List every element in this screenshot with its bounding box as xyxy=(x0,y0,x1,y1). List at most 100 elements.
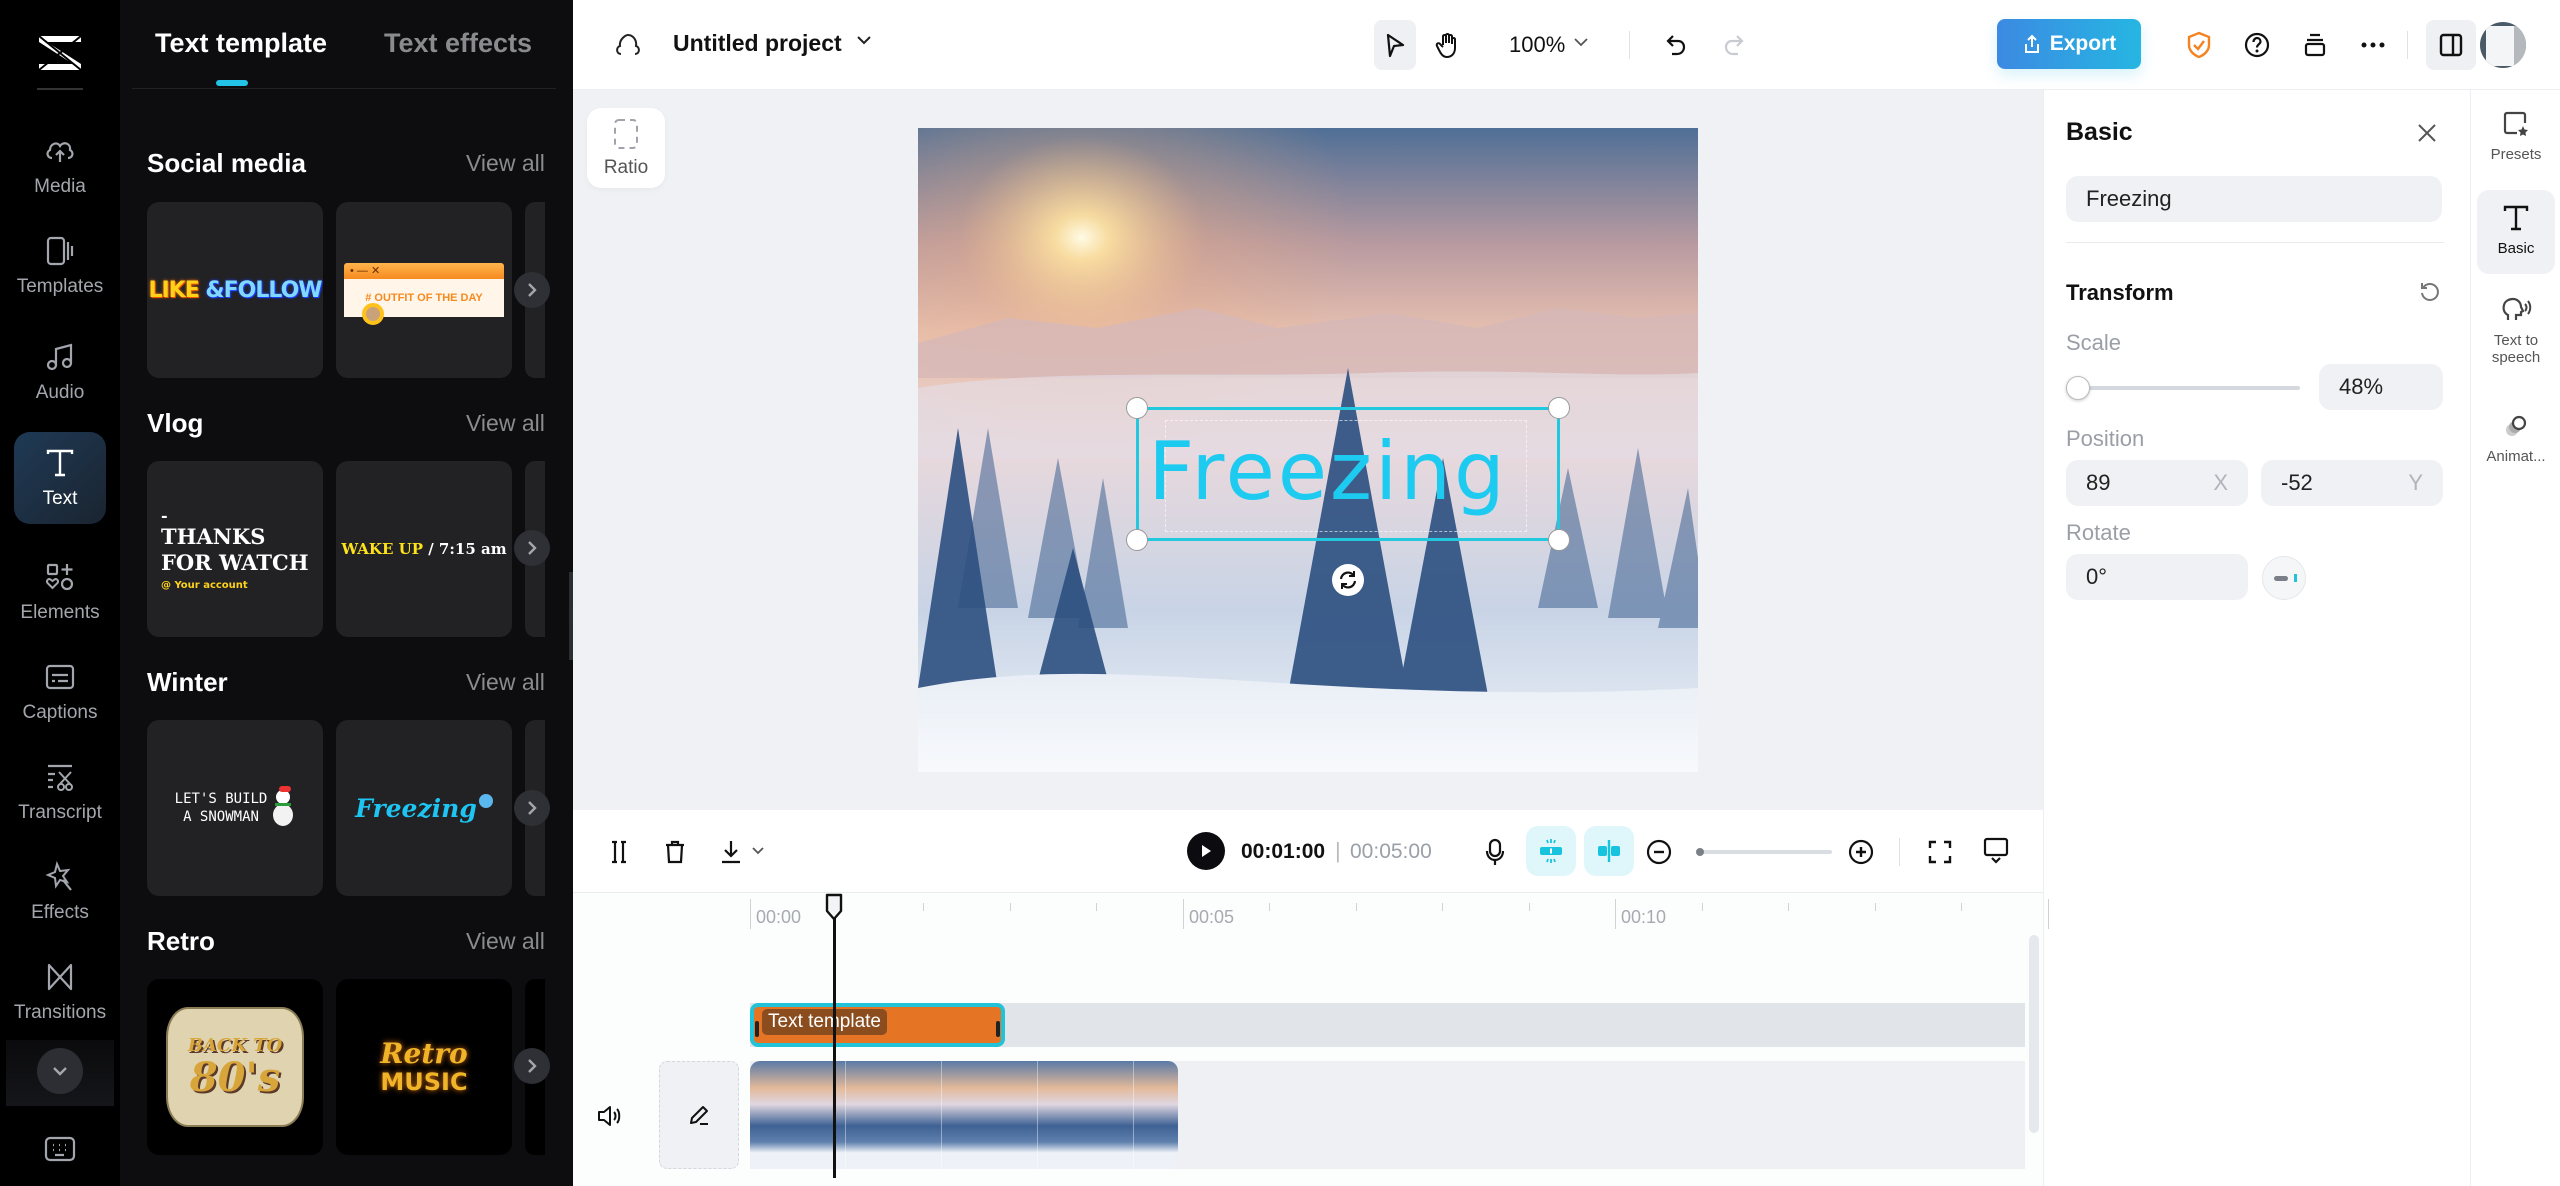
keyboard-shortcuts-icon[interactable] xyxy=(42,1135,78,1163)
tab-text-template[interactable]: Text template xyxy=(155,28,327,59)
scale-slider[interactable] xyxy=(2065,376,2300,400)
text-selection-box[interactable]: Freezing xyxy=(1126,397,1570,551)
scroll-next-vlog[interactable] xyxy=(514,530,550,566)
video-preview[interactable]: Freezing xyxy=(918,128,1698,772)
select-tool-button[interactable] xyxy=(1374,20,1416,70)
toggle-layout-button[interactable] xyxy=(2426,20,2476,70)
resize-handle-bottom-right[interactable] xyxy=(1548,529,1570,551)
resize-handle-top-left[interactable] xyxy=(1126,397,1148,419)
chevron-right-icon xyxy=(528,1059,537,1073)
rail-item-text[interactable]: Text xyxy=(14,432,106,524)
view-all-vlog[interactable]: View all xyxy=(466,410,545,437)
scroll-next-social-media[interactable] xyxy=(514,272,550,308)
rail-tab-presets[interactable]: Presets xyxy=(2477,100,2555,173)
rail-item-media[interactable]: Media xyxy=(14,120,106,212)
rotate-handle[interactable] xyxy=(1332,564,1364,596)
zoom-out-timeline-button[interactable] xyxy=(1641,834,1677,870)
ruler-minor-tick xyxy=(1528,903,1530,911)
video-clip[interactable] xyxy=(750,1061,1178,1169)
active-tab-indicator xyxy=(216,80,248,86)
hand-tool-button[interactable] xyxy=(1427,24,1469,66)
export-button[interactable]: Export xyxy=(1997,19,2141,69)
template-card-like-follow[interactable]: LIKE &FOLLOW xyxy=(147,202,323,378)
rail-tab-animation[interactable]: Animat... xyxy=(2477,402,2555,475)
view-all-social-media[interactable]: View all xyxy=(466,150,545,177)
undo-button[interactable] xyxy=(1655,24,1697,66)
template-card-back-to-80s[interactable]: BACK TO 80's xyxy=(147,979,323,1155)
delete-button[interactable] xyxy=(657,834,693,870)
template-card-retro-music[interactable]: Retro MUSIC xyxy=(336,979,512,1155)
timeline-vertical-scrollbar[interactable] xyxy=(2029,935,2039,1133)
chevron-right-icon xyxy=(528,541,537,555)
download-clip-button[interactable] xyxy=(713,834,749,870)
rail-item-label: Elements xyxy=(20,602,100,623)
template-card-wake-up[interactable]: WAKE UP / 7:15 am xyxy=(336,461,512,637)
position-x-axis-label: X xyxy=(2213,470,2228,495)
template-card-snowman[interactable]: LET'S BUILD A SNOWMAN xyxy=(147,720,323,896)
rail-expand-button[interactable] xyxy=(37,1048,83,1094)
timeline-zoom-slider[interactable] xyxy=(1696,848,1832,856)
position-y-input[interactable]: -52 Y xyxy=(2261,460,2443,506)
clip-trim-handle-right[interactable] xyxy=(996,1021,1000,1037)
reset-transform-button[interactable] xyxy=(2418,280,2442,304)
rail-item-captions[interactable]: Captions xyxy=(14,646,106,738)
layers-button[interactable] xyxy=(2294,24,2336,66)
template-card-thanks-for-watch[interactable]: - THANKS FOR WATCH @ Your account xyxy=(147,461,323,637)
more-options-button[interactable] xyxy=(2352,24,2394,66)
tab-text-effects[interactable]: Text effects xyxy=(384,28,532,59)
redo-button[interactable] xyxy=(1713,24,1755,66)
mute-track-button[interactable] xyxy=(595,1101,625,1131)
rotate-input[interactable]: 0° xyxy=(2066,554,2248,600)
rail-item-transcript[interactable]: Transcript xyxy=(14,746,106,838)
auto-snap-toggle[interactable] xyxy=(1526,826,1576,876)
playhead-handle[interactable] xyxy=(824,893,844,921)
scale-slider-knob[interactable] xyxy=(2065,376,2090,400)
split-button[interactable] xyxy=(601,834,637,870)
rail-tab-text-to-speech[interactable]: Text to speech xyxy=(2477,286,2555,376)
user-avatar[interactable] xyxy=(2480,22,2526,68)
rail-item-elements[interactable]: Elements xyxy=(14,546,106,638)
security-shield-button[interactable] xyxy=(2178,24,2220,66)
template-card-outfit-of-the-day[interactable]: • — ✕ # OUTFIT OF THE DAY xyxy=(336,202,512,378)
rail-tab-basic[interactable]: Basic xyxy=(2477,190,2555,274)
view-all-winter[interactable]: View all xyxy=(466,669,545,696)
cloud-save-icon[interactable] xyxy=(613,30,643,60)
clip-trim-handle-left[interactable] xyxy=(755,1021,759,1037)
overlay-text[interactable]: Freezing xyxy=(1139,410,1557,538)
rail-item-audio[interactable]: Audio xyxy=(14,326,106,418)
rotate-dial[interactable] xyxy=(2262,556,2306,600)
transitions-icon xyxy=(47,963,73,991)
record-voice-button[interactable] xyxy=(1477,834,1513,870)
scale-input[interactable]: 48% xyxy=(2319,364,2443,410)
scroll-next-winter[interactable] xyxy=(514,790,550,826)
rail-item-templates[interactable]: Templates xyxy=(14,220,106,312)
download-options-chevron-icon[interactable] xyxy=(751,846,765,856)
rail-item-effects[interactable]: Effects xyxy=(14,846,106,938)
project-menu-chevron-icon[interactable] xyxy=(855,33,873,47)
zoom-level[interactable]: 100% xyxy=(1509,32,1565,58)
resize-handle-bottom-left[interactable] xyxy=(1126,529,1148,551)
template-card-freezing[interactable]: Freezing xyxy=(336,720,512,896)
fullscreen-button[interactable] xyxy=(1922,834,1958,870)
scroll-next-retro[interactable] xyxy=(514,1048,550,1084)
props-divider xyxy=(2066,242,2444,243)
resize-handle-top-right[interactable] xyxy=(1548,397,1570,419)
text-content-field[interactable]: Freezing xyxy=(2066,176,2442,222)
preview-settings-button[interactable] xyxy=(1978,832,2014,868)
edit-cover-button[interactable] xyxy=(659,1061,739,1169)
help-button[interactable] xyxy=(2236,24,2278,66)
close-props-button[interactable] xyxy=(2414,120,2440,146)
zoom-in-timeline-button[interactable] xyxy=(1843,834,1879,870)
project-title[interactable]: Untitled project xyxy=(673,30,842,57)
view-all-retro[interactable]: View all xyxy=(466,928,545,955)
capcut-logo-icon[interactable] xyxy=(33,30,87,76)
linkage-toggle[interactable] xyxy=(1584,826,1634,876)
zoom-dropdown-chevron-icon[interactable] xyxy=(1573,36,1589,48)
rail-item-transitions[interactable]: Transitions xyxy=(14,946,106,1038)
text-template-clip[interactable]: Text template xyxy=(750,1003,1005,1047)
play-button[interactable] xyxy=(1187,832,1225,870)
position-x-input[interactable]: 89 X xyxy=(2066,460,2248,506)
text-icon xyxy=(2503,205,2529,231)
ratio-button[interactable]: Ratio xyxy=(587,108,665,188)
playhead-line[interactable] xyxy=(833,903,836,1178)
